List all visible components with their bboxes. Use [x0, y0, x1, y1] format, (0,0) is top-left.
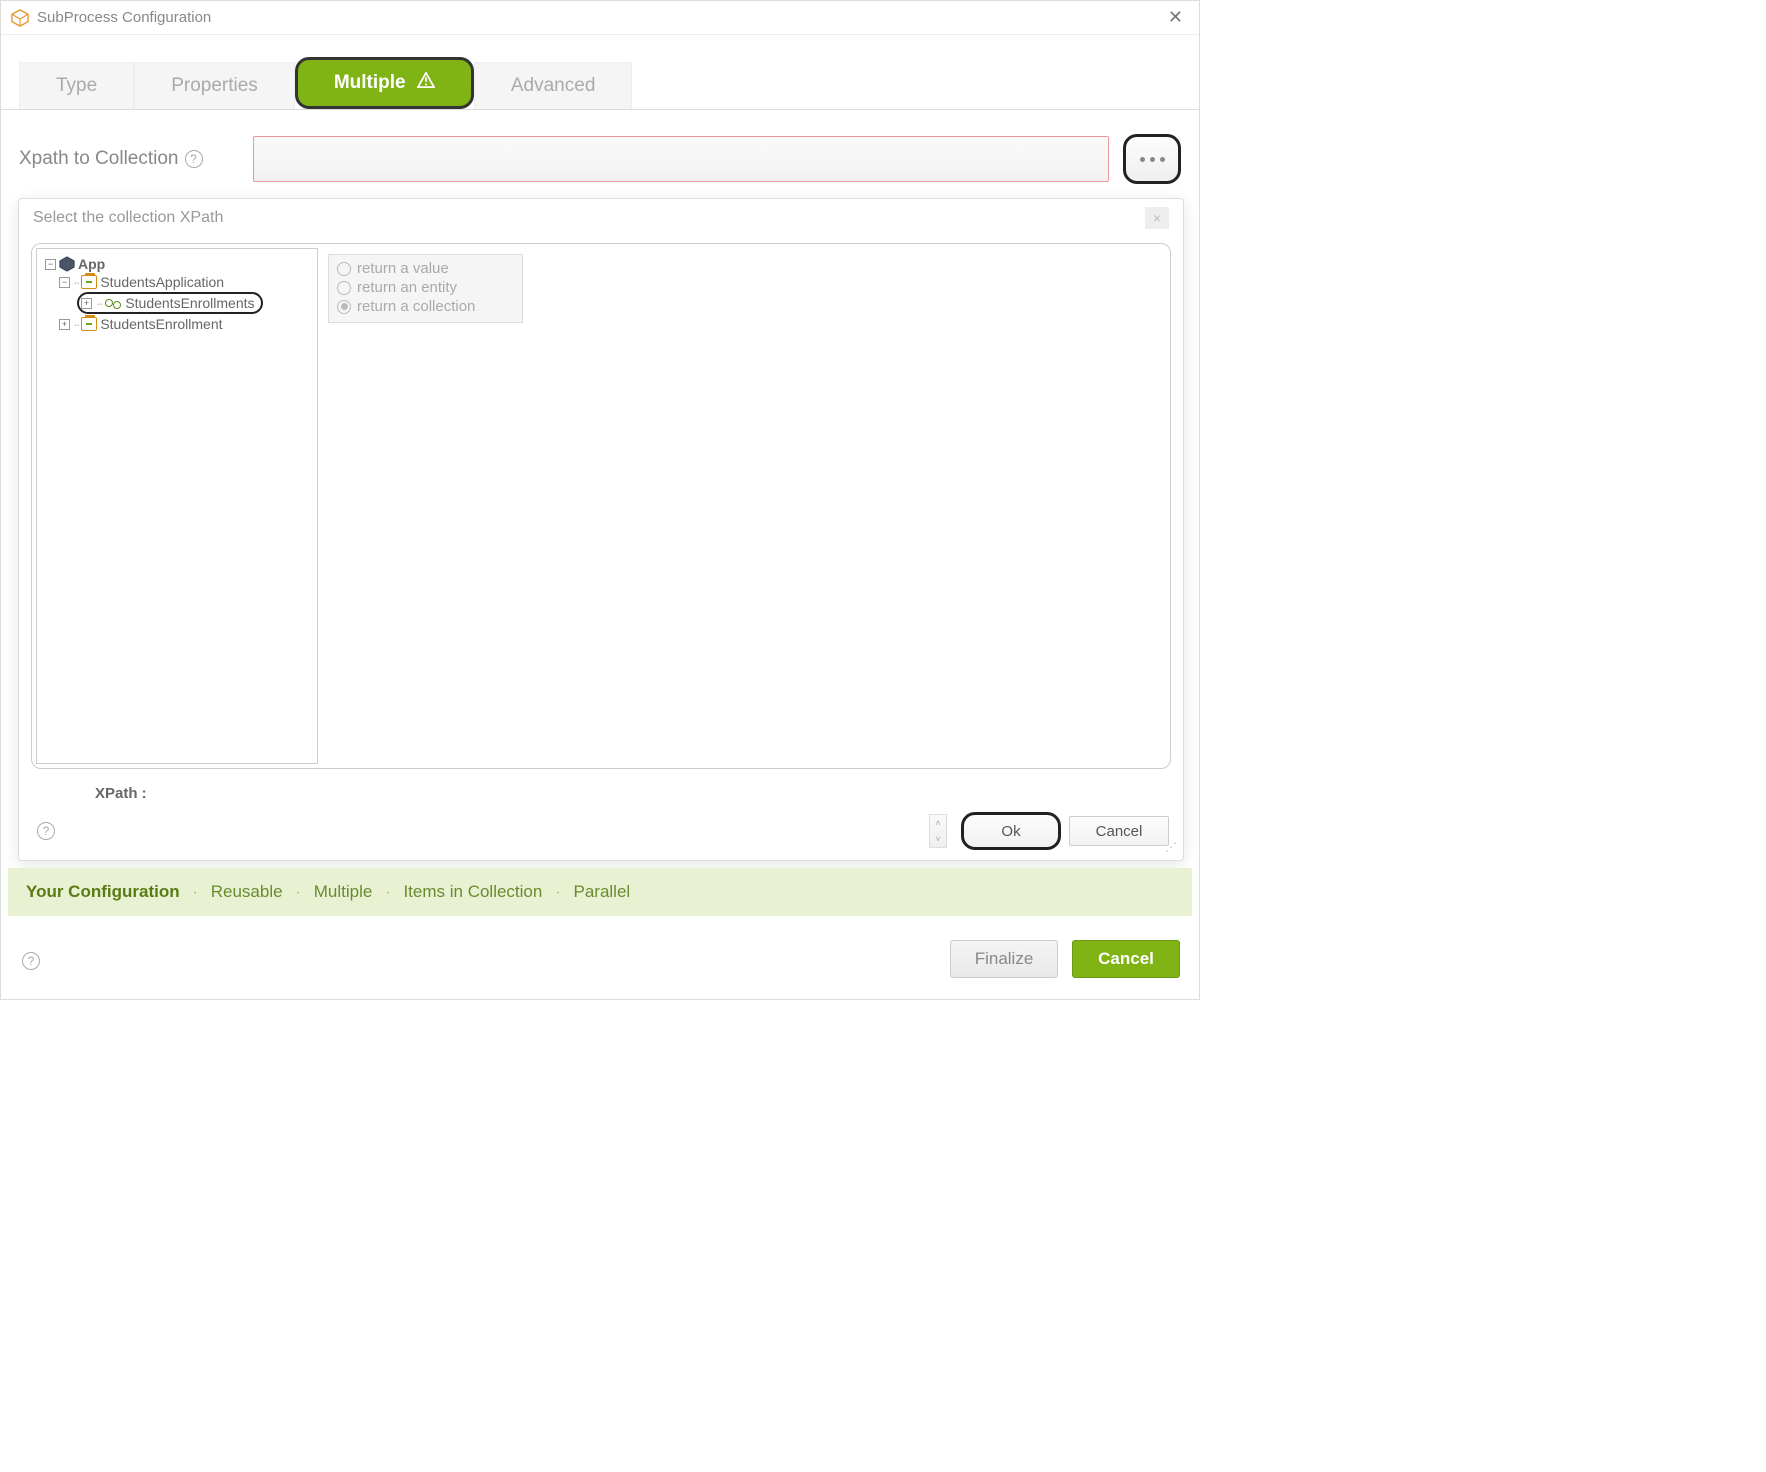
radio-return-collection[interactable]: return a collection — [337, 297, 514, 316]
tree-node-label: StudentsEnrollments — [125, 295, 254, 311]
dialog-footer: XPath : — [19, 771, 1183, 812]
return-type-panel: return a value return an entity return a… — [318, 248, 1166, 764]
configuration-summary: Your Configuration · Reusable · Multiple… — [8, 868, 1192, 916]
return-type-radio-group: return a value return an entity return a… — [328, 254, 523, 323]
expand-icon[interactable]: + — [59, 319, 70, 330]
tabs-row: Type Properties Multiple Advanced — [1, 57, 1199, 110]
app-cube-icon — [11, 9, 29, 27]
xpath-to-collection-label-text: Xpath to Collection — [19, 148, 179, 170]
config-reusable: Reusable — [211, 882, 283, 901]
radio-icon — [337, 281, 351, 295]
collection-icon — [105, 297, 121, 309]
ok-button[interactable]: Ok — [961, 812, 1061, 850]
entity-box-icon — [81, 317, 97, 331]
radio-label: return a value — [357, 260, 449, 277]
dialog-cancel-button[interactable]: Cancel — [1069, 816, 1169, 846]
radio-label: return an entity — [357, 279, 457, 296]
tree-connector-icon: ·· — [73, 316, 78, 332]
tree-root-label: App — [78, 256, 105, 272]
tab-multiple-label: Multiple — [334, 72, 406, 93]
xpath-to-collection-row: Xpath to Collection ? — [1, 110, 1199, 192]
resize-grip-icon[interactable]: ⋰ — [1165, 840, 1177, 854]
tree-connector-icon: ·· — [96, 295, 101, 311]
radio-label: return a collection — [357, 298, 475, 315]
hexagon-icon — [59, 256, 75, 272]
window-title: SubProcess Configuration — [37, 9, 211, 26]
highlighted-tree-node: + ·· StudentsEnrollments — [77, 292, 263, 314]
tree-node-studentsapplication[interactable]: − ·· StudentsApplication — [59, 273, 313, 291]
tree-root-row[interactable]: − App — [45, 255, 313, 273]
dialog-actions: ? ˄ ˅ Ok Cancel — [19, 812, 1183, 860]
tab-multiple[interactable]: Multiple — [295, 57, 474, 109]
entity-box-icon — [81, 275, 97, 289]
tree-node-studentsenrollments[interactable]: + ·· StudentsEnrollments — [77, 291, 313, 315]
tree-panel[interactable]: − App − ·· StudentsApplication + ·· — [36, 248, 318, 764]
radio-return-value[interactable]: return a value — [337, 259, 514, 278]
tab-type[interactable]: Type — [19, 62, 134, 109]
radio-selected-icon — [337, 300, 351, 314]
tab-advanced[interactable]: Advanced — [474, 62, 633, 109]
window-close-button[interactable]: ✕ — [1162, 7, 1189, 28]
xpath-picker-dialog: Select the collection XPath × − App − ··… — [18, 198, 1184, 861]
dialog-body: − App − ·· StudentsApplication + ·· — [31, 243, 1171, 769]
tab-properties[interactable]: Properties — [134, 62, 295, 109]
tree-node-label: StudentsApplication — [100, 274, 224, 290]
expand-icon[interactable]: + — [81, 298, 92, 309]
warning-icon — [417, 72, 435, 93]
chevron-up-icon: ˄ — [935, 818, 940, 828]
dialog-title: Select the collection XPath — [33, 209, 223, 227]
collapse-icon[interactable]: − — [59, 277, 70, 288]
dots-icon — [1140, 157, 1145, 162]
config-items: Items in Collection — [403, 882, 542, 901]
config-parallel: Parallel — [573, 882, 630, 901]
dialog-help-icon[interactable]: ? — [37, 822, 55, 840]
bottom-action-bar: Finalize Cancel — [950, 940, 1180, 978]
dialog-header: Select the collection XPath × — [19, 199, 1183, 239]
tree-connector-icon: ·· — [73, 274, 78, 290]
config-multiple: Multiple — [314, 882, 373, 901]
titlebar: SubProcess Configuration ✕ — [1, 1, 1199, 35]
cancel-button[interactable]: Cancel — [1072, 940, 1180, 978]
tree-node-label: StudentsEnrollment — [100, 316, 222, 332]
xpath-browse-button[interactable] — [1123, 134, 1181, 184]
radio-return-entity[interactable]: return an entity — [337, 278, 514, 297]
window: SubProcess Configuration ✕ Type Properti… — [0, 0, 1200, 1000]
xpath-to-collection-input[interactable] — [253, 136, 1109, 182]
xpath-to-collection-label: Xpath to Collection ? — [19, 148, 239, 170]
tree-node-studentsenrollment[interactable]: + ·· StudentsEnrollment — [59, 315, 313, 333]
collapse-icon[interactable]: − — [45, 259, 56, 270]
config-summary-label: Your Configuration — [26, 882, 180, 901]
help-icon[interactable]: ? — [185, 150, 203, 168]
xpath-result-label: XPath : — [95, 785, 147, 802]
finalize-button[interactable]: Finalize — [950, 940, 1058, 978]
chevron-down-icon: ˅ — [935, 834, 940, 844]
radio-icon — [337, 262, 351, 276]
numeric-spinner[interactable]: ˄ ˅ — [929, 814, 947, 848]
dialog-close-button[interactable]: × — [1145, 207, 1169, 229]
page-help-icon[interactable]: ? — [22, 952, 40, 970]
